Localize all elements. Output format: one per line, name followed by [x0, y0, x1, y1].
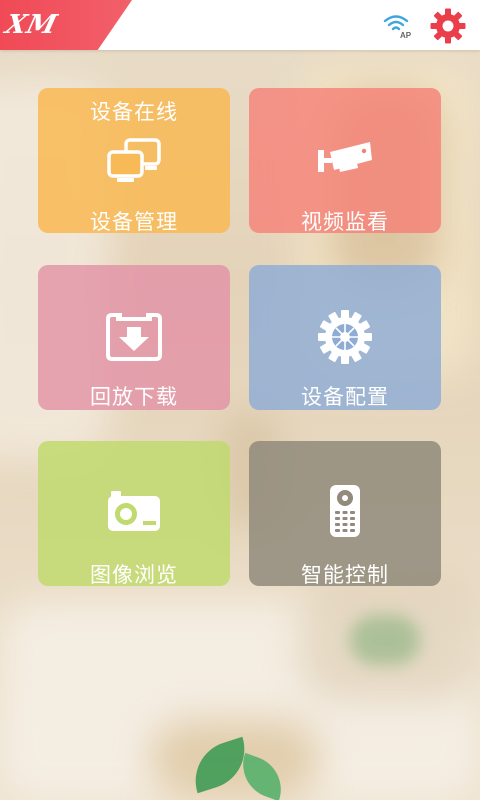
- remote-control-icon: [328, 483, 362, 543]
- image-browse-tile[interactable]: 图像浏览: [38, 441, 230, 587]
- download-tray-icon: [106, 309, 162, 365]
- tile-label-image-browse: 图像浏览: [90, 563, 178, 587]
- security-camera-icon: [316, 140, 374, 180]
- top-bar: XM AP: [0, 0, 480, 50]
- tile-label-video-monitoring: 视频监看: [301, 210, 389, 234]
- logo-text: XM: [2, 10, 61, 40]
- tile-label-playback-download: 回放下载: [90, 385, 178, 409]
- monitors-icon: [105, 138, 163, 188]
- logo: XM: [0, 0, 132, 50]
- svg-text:AP: AP: [400, 31, 412, 39]
- smart-control-tile[interactable]: 智能控制: [249, 441, 441, 587]
- device-online-status: 设备在线: [90, 100, 178, 124]
- tile-label-device-management: 设备管理: [90, 210, 178, 234]
- wifi-ap-icon[interactable]: AP: [383, 13, 413, 40]
- gear-icon: [317, 309, 373, 369]
- tile-label-smart-control: 智能控制: [301, 563, 389, 587]
- device-management-tile[interactable]: 设备在线 设备管理: [38, 88, 230, 234]
- tile-label-device-config: 设备配置: [301, 385, 389, 409]
- device-config-tile[interactable]: 设备配置: [249, 265, 441, 410]
- settings-gear-icon[interactable]: [429, 7, 467, 45]
- playback-download-tile[interactable]: 回放下载: [38, 265, 230, 410]
- camera-icon: [107, 489, 161, 537]
- video-monitoring-tile[interactable]: 视频监看: [249, 88, 441, 234]
